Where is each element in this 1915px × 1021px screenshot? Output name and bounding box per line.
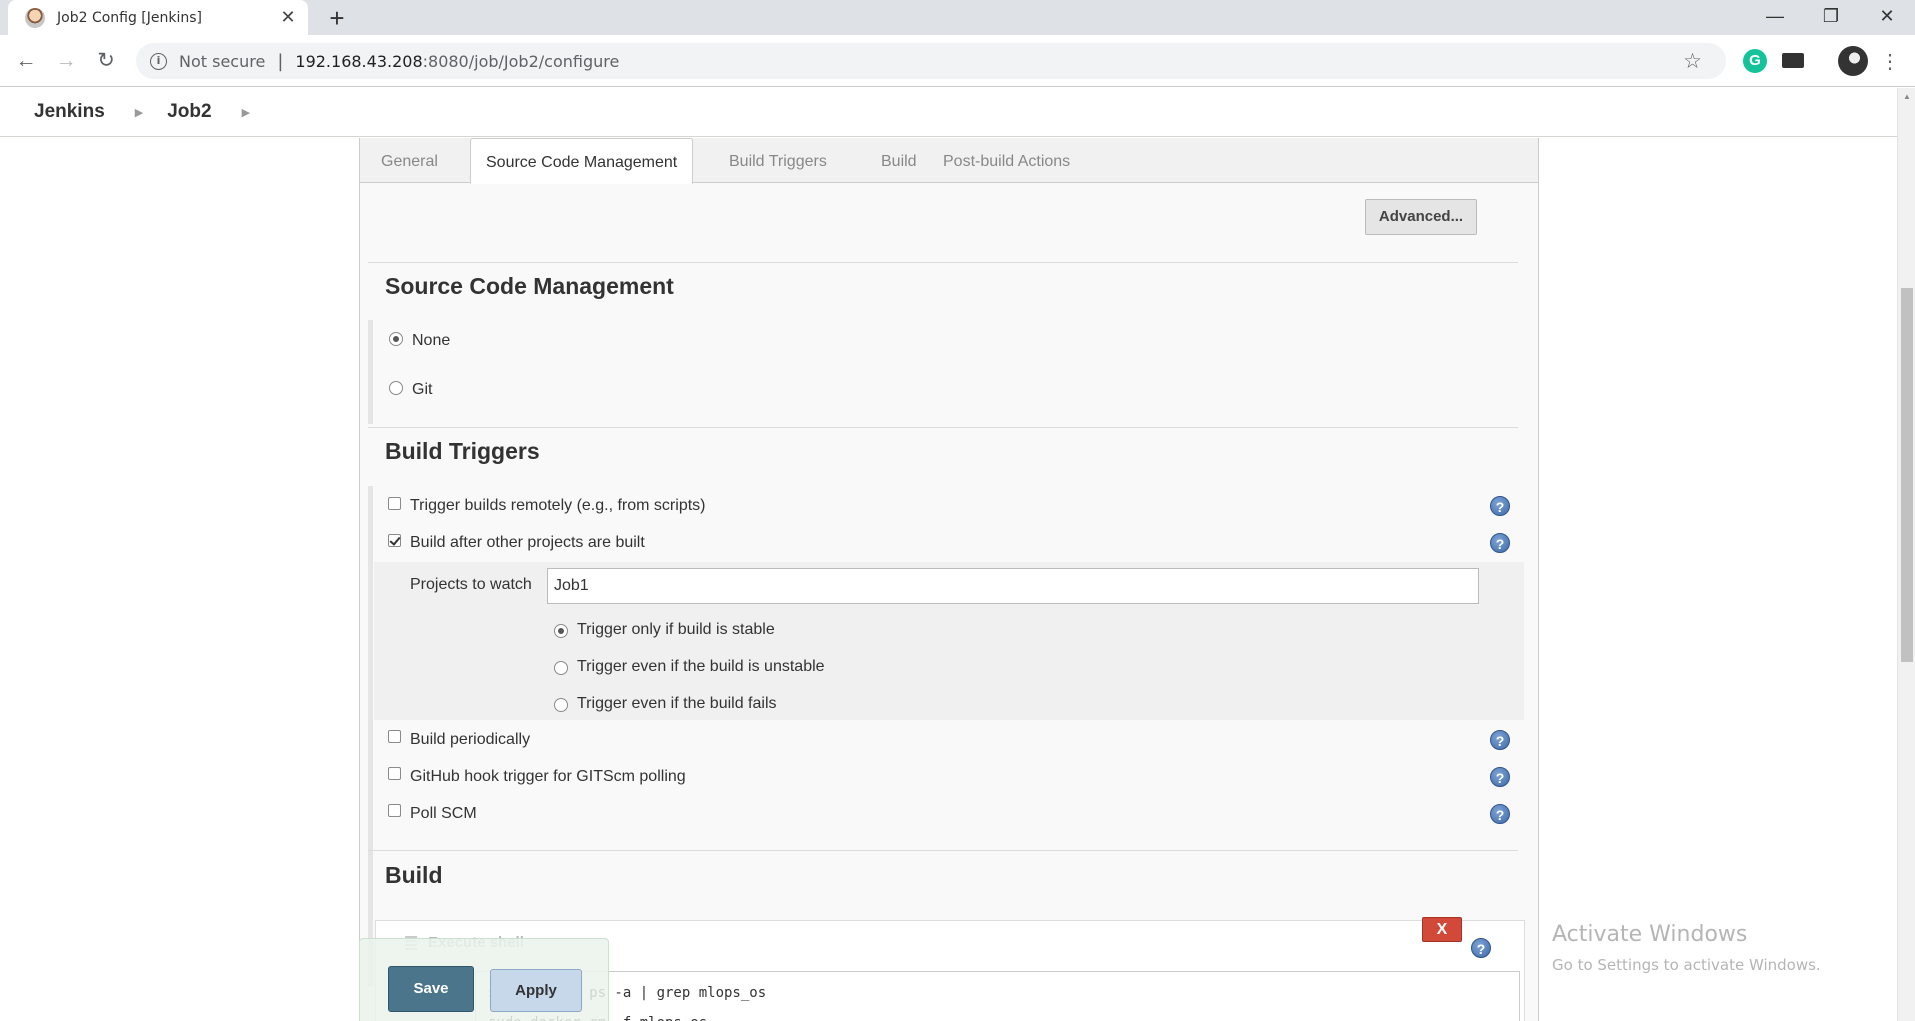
scm-none-radio[interactable] bbox=[389, 332, 403, 346]
jenkins-favicon-icon bbox=[25, 7, 45, 28]
minimize-icon[interactable]: — bbox=[1747, 0, 1803, 32]
restore-icon[interactable]: ❐ bbox=[1803, 0, 1859, 32]
browser-toolbar: ← → ↻ i Not secure | 192.168.43.208 :808… bbox=[0, 35, 1915, 87]
trigger-fails-radio[interactable] bbox=[554, 698, 568, 712]
scm-git-radio[interactable] bbox=[389, 381, 403, 395]
main-viewport: General Source Code Management Build Tri… bbox=[0, 138, 1897, 1021]
poll-scm-checkbox[interactable] bbox=[388, 804, 401, 817]
build-periodically-checkbox[interactable] bbox=[388, 730, 401, 743]
browser-tab[interactable]: Job2 Config [Jenkins] ✕ bbox=[8, 0, 308, 35]
breadcrumb-arrow-icon[interactable]: ▶ bbox=[135, 106, 143, 119]
divider bbox=[368, 850, 1518, 851]
activate-windows-subtitle: Go to Settings to activate Windows. bbox=[1552, 956, 1821, 974]
profile-avatar[interactable] bbox=[1838, 46, 1868, 76]
divider bbox=[368, 427, 1518, 428]
help-icon[interactable]: ? bbox=[1471, 938, 1491, 958]
scm-none-label: None bbox=[412, 332, 451, 349]
browser-menu-icon[interactable]: ⋮ bbox=[1880, 49, 1900, 74]
back-icon[interactable]: ← bbox=[12, 47, 40, 75]
github-hook-checkbox[interactable] bbox=[388, 767, 401, 780]
breadcrumb-arrow-icon[interactable]: ▶ bbox=[242, 106, 250, 119]
tab-source-code-management[interactable]: Source Code Management bbox=[470, 138, 694, 184]
browser-tabstrip: Job2 Config [Jenkins] ✕ + — ❐ ✕ bbox=[0, 0, 1915, 35]
help-icon[interactable]: ? bbox=[1490, 730, 1510, 750]
github-hook-label: GitHub hook trigger for GITScm polling bbox=[410, 768, 686, 785]
security-status: Not secure bbox=[179, 51, 266, 71]
apply-button[interactable]: Apply bbox=[490, 969, 582, 1012]
close-tab-icon[interactable]: ✕ bbox=[278, 7, 298, 28]
trigger-remotely-checkbox[interactable] bbox=[388, 497, 401, 510]
help-icon[interactable]: ? bbox=[1490, 496, 1510, 516]
build-triggers-section-title: Build Triggers bbox=[385, 438, 540, 464]
divider bbox=[368, 262, 1518, 263]
config-tabbar: General Source Code Management Build Tri… bbox=[360, 138, 1538, 184]
config-panel: General Source Code Management Build Tri… bbox=[359, 138, 1539, 1021]
activate-windows-title: Activate Windows bbox=[1552, 922, 1748, 947]
scm-git-label: Git bbox=[412, 381, 433, 398]
save-button[interactable]: Save bbox=[388, 966, 474, 1012]
bookmark-star-icon[interactable]: ☆ bbox=[1683, 49, 1702, 73]
build-after-other-projects-label: Build after other projects are built bbox=[410, 534, 645, 551]
trigger-stable-radio[interactable] bbox=[554, 624, 568, 638]
delete-step-button[interactable]: X bbox=[1422, 917, 1462, 942]
tab-build-triggers[interactable]: Build Triggers bbox=[714, 138, 842, 183]
advanced-button[interactable]: Advanced... bbox=[1365, 199, 1477, 235]
trigger-unstable-radio[interactable] bbox=[554, 661, 568, 675]
scm-section-title: Source Code Management bbox=[385, 273, 674, 299]
shell-line: sudo docker ps -a | grep mlops_os bbox=[488, 985, 767, 1001]
tab-post-build-actions[interactable]: Post-build Actions bbox=[928, 138, 1085, 183]
page-scrollbar[interactable]: ▲ bbox=[1897, 88, 1915, 1021]
help-icon[interactable]: ? bbox=[1490, 804, 1510, 824]
url-host: 192.168.43.208 bbox=[295, 51, 423, 71]
scroll-thumb[interactable] bbox=[1901, 288, 1913, 662]
keyboard-extension-icon[interactable] bbox=[1782, 53, 1804, 68]
close-window-icon[interactable]: ✕ bbox=[1859, 0, 1915, 32]
info-icon[interactable]: i bbox=[150, 52, 167, 70]
breadcrumb-job2[interactable]: Job2 bbox=[167, 101, 211, 123]
build-after-other-projects-checkbox[interactable] bbox=[388, 534, 401, 547]
address-bar[interactable]: i Not secure | 192.168.43.208 :8080/job/… bbox=[136, 43, 1726, 79]
grammarly-extension-icon[interactable]: G bbox=[1743, 49, 1767, 73]
poll-scm-label: Poll SCM bbox=[410, 805, 477, 822]
projects-to-watch-input[interactable]: Job1 bbox=[547, 568, 1479, 604]
trigger-remotely-label: Trigger builds remotely (e.g., from scri… bbox=[410, 497, 706, 514]
build-section-title: Build bbox=[385, 862, 443, 888]
forward-icon[interactable]: → bbox=[52, 47, 80, 75]
scroll-up-icon[interactable]: ▲ bbox=[1901, 92, 1913, 104]
tab-build[interactable]: Build bbox=[866, 138, 932, 183]
section-indent-bar bbox=[368, 320, 373, 424]
reload-icon[interactable]: ↻ bbox=[92, 47, 120, 75]
separator: | bbox=[277, 50, 284, 72]
trigger-unstable-label: Trigger even if the build is unstable bbox=[577, 658, 825, 675]
section-indent-bar bbox=[368, 486, 373, 986]
shell-line: sudo docker rm -f mlops_os bbox=[488, 1008, 1507, 1021]
trigger-stable-label: Trigger only if build is stable bbox=[577, 621, 775, 638]
tab-title: Job2 Config [Jenkins] bbox=[57, 9, 203, 26]
help-icon[interactable]: ? bbox=[1490, 533, 1510, 553]
breadcrumb: Jenkins ▶ Job2 ▶ bbox=[0, 88, 1897, 137]
new-tab-icon[interactable]: + bbox=[322, 3, 352, 33]
breadcrumb-jenkins[interactable]: Jenkins bbox=[34, 101, 105, 123]
tab-general[interactable]: General bbox=[366, 138, 453, 183]
trigger-fails-label: Trigger even if the build fails bbox=[577, 695, 777, 712]
build-periodically-label: Build periodically bbox=[410, 731, 531, 748]
projects-to-watch-label: Projects to watch bbox=[410, 576, 532, 593]
shell-command-textarea[interactable]: sudo docker ps -a | grep mlops_os sudo d… bbox=[475, 971, 1520, 1021]
help-icon[interactable]: ? bbox=[1490, 767, 1510, 787]
url-path: :8080/job/Job2/configure bbox=[422, 51, 620, 71]
